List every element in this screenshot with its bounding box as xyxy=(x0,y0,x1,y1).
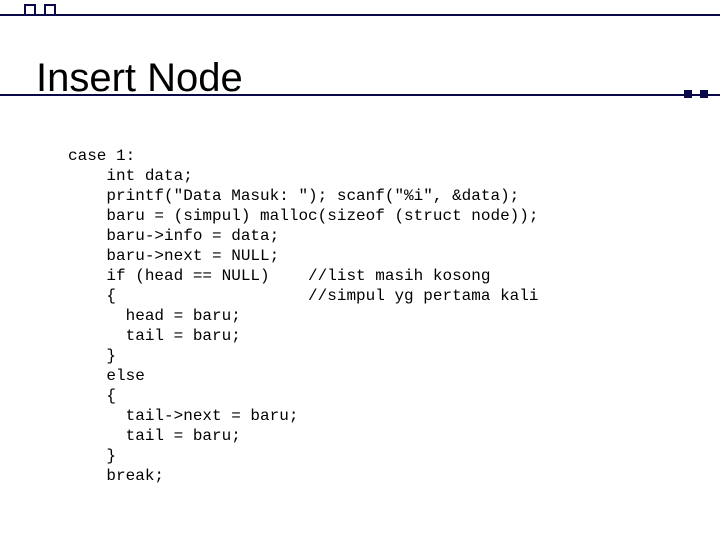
slide: Insert Node case 1: int data; printf("Da… xyxy=(0,0,720,540)
slide-title: Insert Node xyxy=(36,57,243,99)
code-block: case 1: int data; printf("Data Masuk: ")… xyxy=(68,146,538,486)
bullet-square-top-left xyxy=(24,4,36,16)
bullet-filled-right-2 xyxy=(700,90,708,98)
bullet-square-top-right xyxy=(44,4,56,16)
title-underline xyxy=(0,94,720,96)
bullet-filled-right-1 xyxy=(684,90,692,98)
top-rule xyxy=(0,14,720,16)
